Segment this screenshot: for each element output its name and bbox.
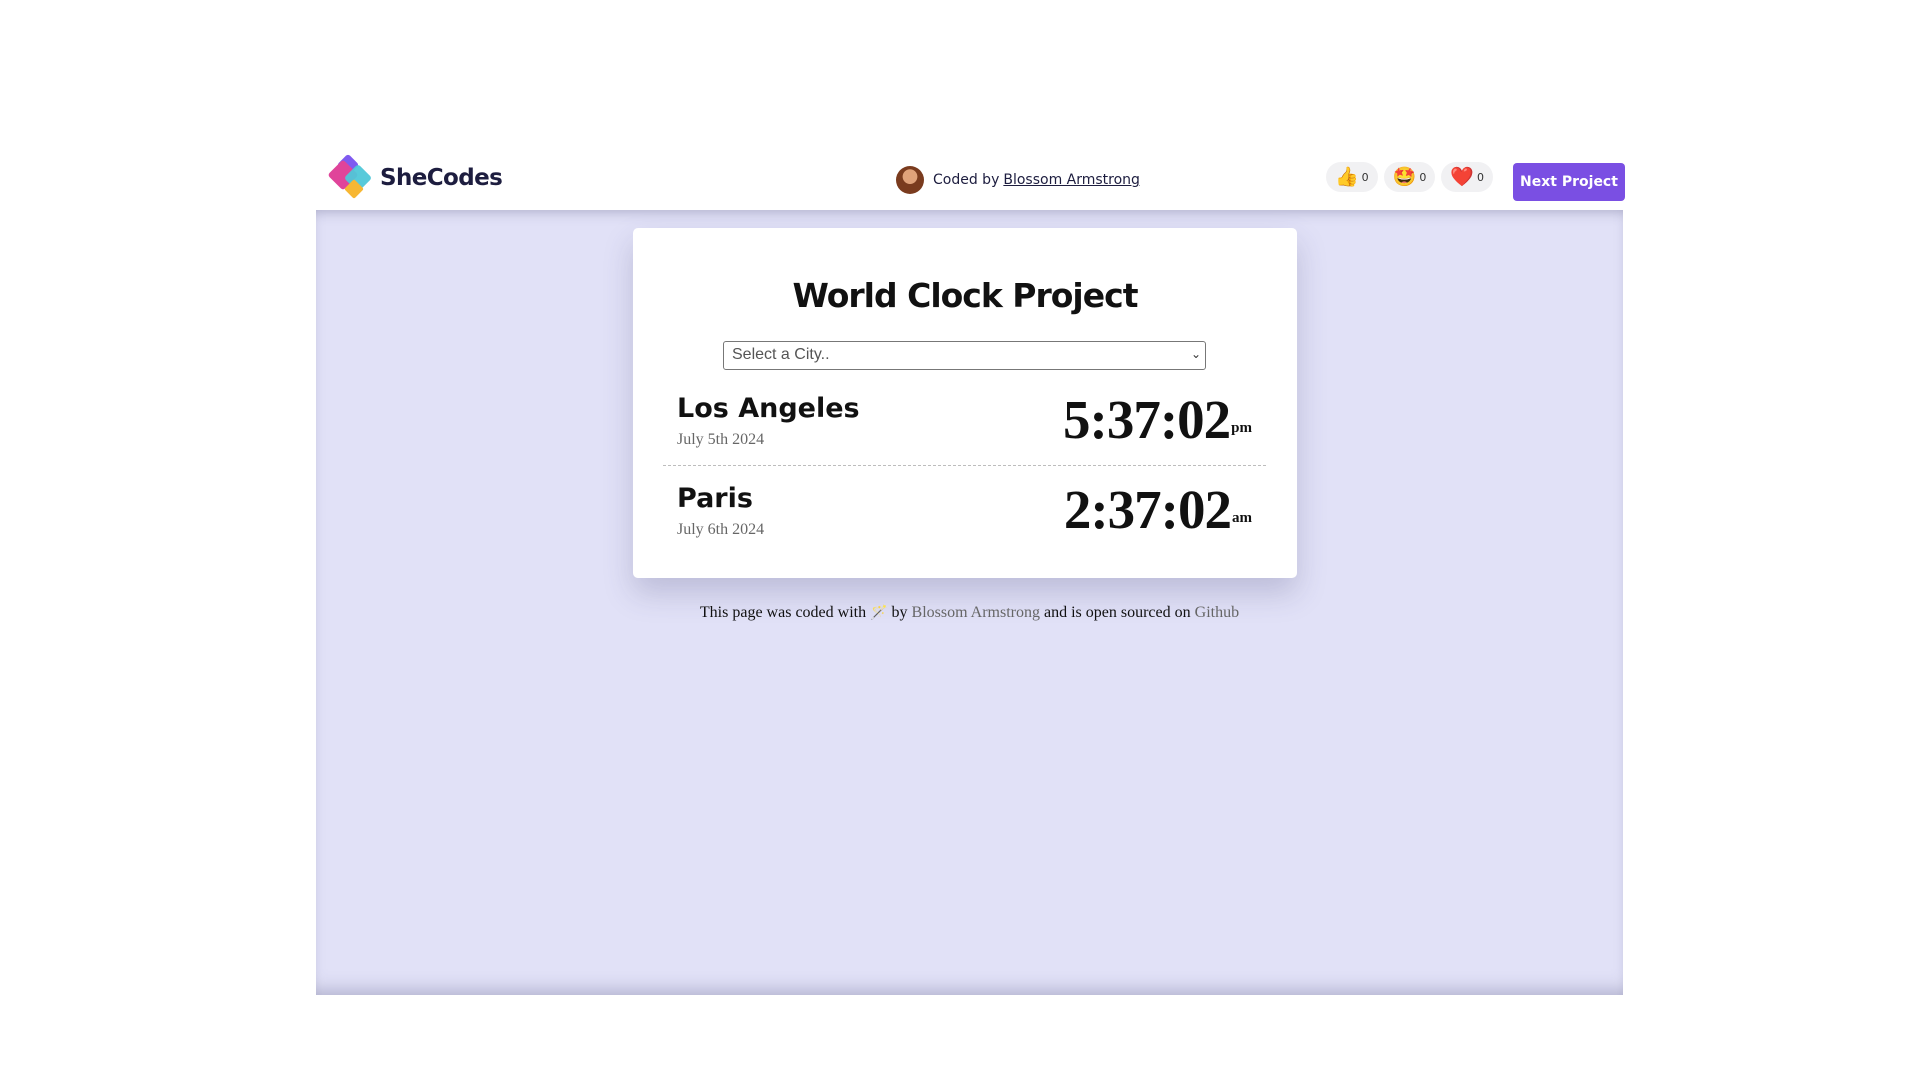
shecodes-logo[interactable]: SheCodes <box>327 153 503 200</box>
footer-open-text: and is open sourced on <box>1044 604 1191 621</box>
city-date: July 5th 2024 <box>677 431 765 448</box>
footer-text: This page was coded with <box>699 604 867 621</box>
reaction-count: 0 <box>1361 170 1369 184</box>
project-preview: World Clock Project Select a City.. ⌄ Lo… <box>316 210 1623 995</box>
reaction-star-struck[interactable]: 🤩 0 <box>1383 162 1436 192</box>
city-select-value: Select a City.. <box>732 346 830 363</box>
city-row: Paris July 6th 2024 2:37:02am <box>663 475 1266 555</box>
footer-author-link[interactable]: Blossom Armstrong <box>912 604 1040 621</box>
logo-text: SheCodes <box>380 165 503 191</box>
next-project-button[interactable]: Next Project <box>1513 163 1625 201</box>
reaction-count: 0 <box>1419 170 1427 184</box>
city-time: 5:37:02pm <box>1063 388 1252 451</box>
page-title: World Clock Project <box>792 276 1139 315</box>
world-clock-card: World Clock Project Select a City.. ⌄ Lo… <box>633 228 1297 578</box>
reaction-count: 0 <box>1477 170 1485 184</box>
heart-icon: ❤️ <box>1450 165 1475 188</box>
top-bar: SheCodes Coded by Blossom Armstrong 👍 0 … <box>316 150 1625 210</box>
city-row: Los Angeles July 5th 2024 5:37:02pm <box>663 385 1266 466</box>
time-value: 2:37:02 <box>1063 479 1232 540</box>
avatar <box>896 166 924 194</box>
reaction-heart[interactable]: ❤️ 0 <box>1441 162 1494 192</box>
chevron-down-icon: ⌄ <box>1190 347 1201 361</box>
thumbs-up-icon: 👍 <box>1335 165 1359 188</box>
city-name: Paris <box>677 483 753 514</box>
logo-icon <box>327 153 380 200</box>
footer: This page was coded with 🪄 by Blossom Arms… <box>316 604 1623 622</box>
city-name: Los Angeles <box>677 393 860 424</box>
time-ampm: am <box>1232 510 1252 526</box>
reactions: 👍 0 🤩 0 ❤️ 0 <box>1326 162 1494 192</box>
github-link[interactable]: Github <box>1195 604 1239 621</box>
time-ampm: pm <box>1231 420 1252 436</box>
footer-by: by <box>891 604 908 621</box>
city-time: 2:37:02am <box>1064 478 1252 541</box>
author-link[interactable]: Blossom Armstrong <box>1003 172 1140 188</box>
coded-by-label: Coded by <box>933 172 1000 188</box>
time-value: 5:37:02 <box>1063 389 1231 450</box>
coded-by: Coded by Blossom Armstrong <box>896 166 1140 194</box>
city-date: July 6th 2024 <box>677 521 765 538</box>
city-select[interactable]: Select a City.. ⌄ <box>723 341 1206 370</box>
magic-wand-icon: 🪄 <box>870 606 888 621</box>
star-struck-icon: 🤩 <box>1392 165 1417 188</box>
reaction-thumbs-up[interactable]: 👍 0 <box>1326 162 1378 192</box>
